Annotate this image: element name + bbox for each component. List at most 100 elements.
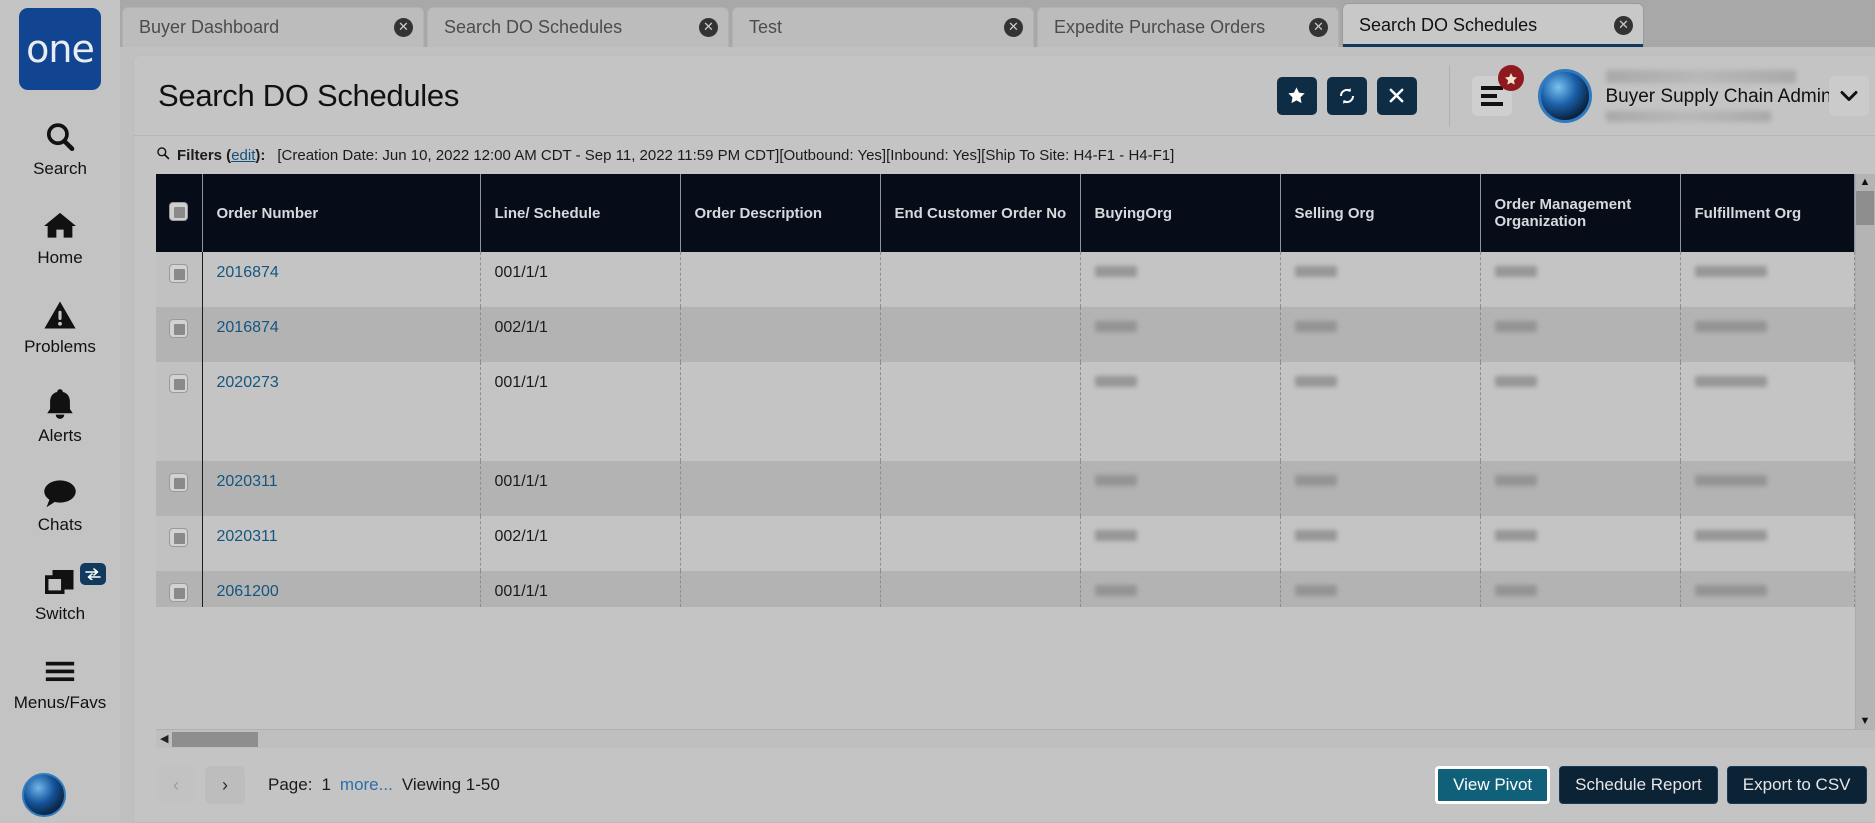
close-button[interactable] xyxy=(1376,76,1417,115)
context-menu-button[interactable] xyxy=(1471,64,1524,116)
order-number-link[interactable]: 2016874 xyxy=(217,319,279,336)
favorite-button[interactable] xyxy=(1276,76,1317,115)
row-checkbox[interactable] xyxy=(169,473,189,492)
scroll-down-icon[interactable]: ▼ xyxy=(1860,713,1871,729)
filters-edit-link[interactable]: edit xyxy=(231,147,255,164)
cell-fulfillment-org xyxy=(1680,252,1855,307)
tab-label: Buyer Dashboard xyxy=(139,17,280,37)
refresh-button[interactable] xyxy=(1326,76,1367,115)
page-number[interactable]: 1 xyxy=(321,775,330,795)
next-page-button[interactable]: › xyxy=(205,766,245,804)
redacted-value xyxy=(1294,266,1337,277)
order-number-link[interactable]: 2020311 xyxy=(217,528,278,545)
table-horizontal-scrollbar[interactable]: ◀ xyxy=(156,729,1875,748)
tab-expedite-purchase-orders[interactable]: Expedite Purchase Orders ✕ xyxy=(1037,7,1339,47)
row-checkbox[interactable] xyxy=(169,528,189,547)
windows-stack-icon xyxy=(42,561,78,603)
horizontal-scroll-thumb[interactable] xyxy=(172,731,259,747)
cell-selling-org xyxy=(1280,307,1481,362)
sidebar-item-chats[interactable]: Chats xyxy=(0,472,120,535)
sidebar-item-search[interactable]: Search xyxy=(0,116,120,179)
row-checkbox[interactable] xyxy=(169,583,189,602)
order-number-link[interactable]: 2020311 xyxy=(217,473,278,490)
vertical-scroll-thumb[interactable] xyxy=(1856,191,1874,225)
close-icon[interactable]: ✕ xyxy=(1004,18,1023,37)
home-icon xyxy=(42,205,78,247)
sidebar-item-home[interactable]: Home xyxy=(0,205,120,268)
row-checkbox-cell xyxy=(156,461,202,516)
scroll-left-icon[interactable]: ◀ xyxy=(156,733,172,745)
redacted-value xyxy=(1094,585,1137,596)
cell-fulfillment-org xyxy=(1680,571,1855,607)
table-row[interactable]: 2016874 001/1/1 xyxy=(156,252,1855,307)
tab-buyer-dashboard[interactable]: Buyer Dashboard ✕ xyxy=(122,7,424,47)
table-row[interactable]: 2020311 001/1/1 xyxy=(156,461,1855,516)
page-header: Search DO Schedules Buyer Supply Chain A… xyxy=(133,55,1875,135)
cell-order-number: 2020311 xyxy=(201,461,481,516)
row-checkbox[interactable] xyxy=(169,319,189,338)
table-header-row: Order Number Line/ Schedule Order Descri… xyxy=(156,174,1855,252)
sidebar-avatar[interactable] xyxy=(22,773,66,817)
cell-end-customer-order-no xyxy=(880,461,1081,516)
cell-order-number: 2016874 xyxy=(201,307,481,362)
user-menu-dropdown[interactable] xyxy=(1828,75,1869,116)
redacted-value xyxy=(1094,530,1137,541)
column-header-fulfillment-org[interactable]: Fulfillment Org xyxy=(1680,174,1855,252)
tab-label: Search DO Schedules xyxy=(1359,15,1538,35)
vertical-scroll-track[interactable] xyxy=(1856,225,1874,713)
row-checkbox[interactable] xyxy=(169,374,189,393)
close-icon[interactable]: ✕ xyxy=(394,18,413,37)
table-row[interactable]: 2020273 001/1/1 xyxy=(156,362,1855,461)
column-header-end-customer-order-no[interactable]: End Customer Order No xyxy=(880,174,1081,252)
column-header-selling-org[interactable]: Selling Org xyxy=(1280,174,1481,252)
cell-order-management-organization xyxy=(1480,461,1681,516)
avatar[interactable] xyxy=(1537,68,1592,123)
sidebar-item-problems[interactable]: Problems xyxy=(0,294,120,357)
column-header-buying-org[interactable]: BuyingOrg xyxy=(1080,174,1281,252)
column-header-order-number[interactable]: Order Number xyxy=(201,174,481,252)
column-header-order-management-organization[interactable]: Order Management Organization xyxy=(1480,174,1681,252)
cell-line-schedule: 001/1/1 xyxy=(480,571,681,607)
order-number-link[interactable]: 2061200 xyxy=(217,583,279,600)
tab-search-do-schedules-1[interactable]: Search DO Schedules ✕ xyxy=(427,7,729,47)
select-all-checkbox[interactable] xyxy=(169,201,189,221)
application-window: one Search Home Problems Alerts Chats Sw… xyxy=(0,0,1875,823)
sidebar-label-alerts: Alerts xyxy=(38,426,82,445)
close-icon[interactable]: ✕ xyxy=(1309,18,1328,37)
table-vertical-scrollbar[interactable]: ▲ ▼ xyxy=(1854,174,1875,729)
redacted-value xyxy=(1494,585,1537,596)
tab-search-do-schedules-active[interactable]: Search DO Schedules ✕ xyxy=(1342,3,1644,47)
sidebar-item-alerts[interactable]: Alerts xyxy=(0,383,120,446)
swap-arrows-icon[interactable] xyxy=(80,563,106,585)
row-checkbox[interactable] xyxy=(169,264,189,283)
table-footer: ‹ › Page: 1 more... Viewing 1-50 View Pi… xyxy=(134,748,1875,822)
table-row[interactable]: 2061200 001/1/1 xyxy=(156,571,1855,607)
schedule-report-button[interactable]: Schedule Report xyxy=(1559,766,1718,804)
chevron-down-icon xyxy=(1840,90,1857,101)
export-to-csv-button[interactable]: Export to CSV xyxy=(1726,766,1867,804)
redacted-value xyxy=(1094,475,1137,486)
sidebar-label-problems: Problems xyxy=(24,337,96,356)
order-number-link[interactable]: 2016874 xyxy=(217,264,279,281)
table-row[interactable]: 2016874 002/1/1 xyxy=(156,307,1855,362)
scroll-up-icon[interactable]: ▲ xyxy=(1860,174,1871,190)
one-network-logo[interactable]: one xyxy=(19,8,101,90)
close-icon[interactable]: ✕ xyxy=(699,18,718,37)
close-icon[interactable]: ✕ xyxy=(1614,16,1633,35)
page-title: Search DO Schedules xyxy=(158,77,460,113)
order-number-link[interactable]: 2020273 xyxy=(217,374,279,391)
sidebar-item-menus-favs[interactable]: Menus/Favs xyxy=(0,650,120,713)
previous-page-button[interactable]: ‹ xyxy=(156,766,196,804)
sidebar-item-switch[interactable]: Switch xyxy=(0,561,120,624)
cell-order-management-organization xyxy=(1480,252,1681,307)
tab-test[interactable]: Test ✕ xyxy=(732,7,1034,47)
view-pivot-button[interactable]: View Pivot xyxy=(1435,766,1551,804)
warning-triangle-icon xyxy=(43,294,77,336)
cell-order-management-organization xyxy=(1480,516,1681,571)
chat-bubble-icon xyxy=(42,472,78,514)
more-pages-link[interactable]: more... xyxy=(340,775,393,795)
bell-icon xyxy=(44,383,76,425)
column-header-order-description[interactable]: Order Description xyxy=(680,174,881,252)
table-row[interactable]: 2020311 002/1/1 xyxy=(156,516,1855,571)
column-header-line-schedule[interactable]: Line/ Schedule xyxy=(480,174,681,252)
